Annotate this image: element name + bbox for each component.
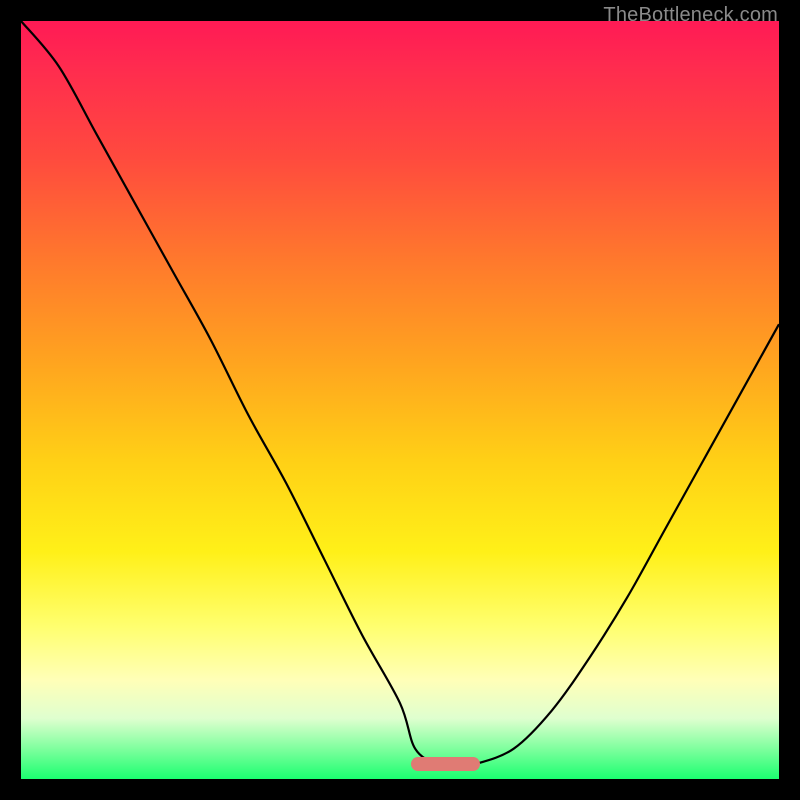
background-gradient <box>21 21 779 779</box>
optimal-range-marker <box>411 757 480 771</box>
plot-area <box>21 21 779 779</box>
chart-frame: TheBottleneck.com <box>0 0 800 800</box>
watermark-text: TheBottleneck.com <box>603 4 778 27</box>
